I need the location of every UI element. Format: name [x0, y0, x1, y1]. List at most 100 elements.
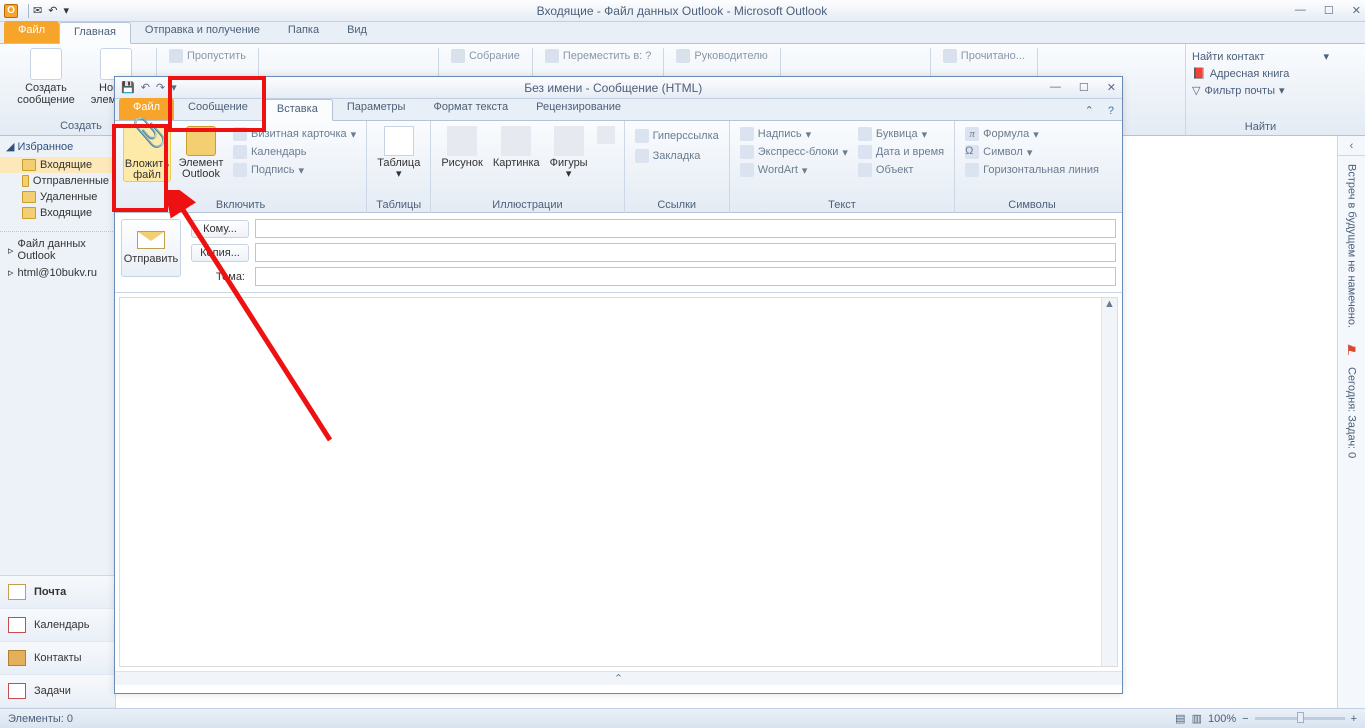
outlook-item-button[interactable]: Элемент Outlook — [177, 124, 225, 180]
shapes-button[interactable]: Фигуры▾ — [548, 124, 590, 180]
find-group-label: Найти — [1192, 121, 1329, 135]
module-contacts[interactable]: Контакты — [0, 642, 115, 675]
qat-redo-icon[interactable]: ↷ — [156, 81, 165, 94]
attach-file-button[interactable]: 📎 Вложить файл — [123, 124, 171, 182]
read-button[interactable]: Прочитано... — [939, 48, 1029, 64]
nav-deleted[interactable]: Удаленные — [0, 189, 115, 205]
todo-bar: ‹ Встреч в будущем не намечено. ⚑ Сегодн… — [1337, 136, 1365, 708]
wordart-button[interactable]: WordArt▾ — [738, 162, 850, 178]
business-card-button[interactable]: Визитная карточка▾ — [231, 126, 358, 142]
body-scrollbar[interactable]: ▲ — [1101, 298, 1117, 666]
object-button[interactable]: Объект — [856, 162, 946, 178]
module-calendar[interactable]: Календарь — [0, 609, 115, 642]
dropcap-button[interactable]: Буквица▾ — [856, 126, 946, 142]
tree-account[interactable]: ▹ html@10bukv.ru — [0, 264, 115, 281]
group-symbols-label: Символы — [963, 199, 1101, 213]
compose-window: 💾 ↶ ↷ ▾ Без имени - Сообщение (HTML) — ☐… — [114, 76, 1123, 694]
tab-view[interactable]: Вид — [333, 21, 381, 43]
caption-button[interactable]: Надпись▾ — [738, 126, 850, 142]
quickparts-button[interactable]: Экспресс-блоки▾ — [738, 144, 850, 160]
envelope-icon — [137, 231, 165, 249]
mail-filter[interactable]: ▽Фильтр почты▾ — [1192, 82, 1329, 99]
skip-button[interactable]: Пропустить — [165, 48, 250, 64]
symbol-button[interactable]: ΩСимвол▾ — [963, 144, 1034, 160]
formula-button[interactable]: πФормула▾ — [963, 126, 1041, 142]
nav-sent[interactable]: Отправленные — [0, 173, 115, 189]
status-bar: Элементы: 0 ▤ ▥ 100% − + — [0, 708, 1365, 728]
compose-title: Без имени - Сообщение (HTML) — [177, 81, 1050, 95]
module-mail[interactable]: Почта — [0, 576, 115, 609]
group-text-label: Текст — [738, 199, 946, 213]
signature-button[interactable]: Подпись▾ — [231, 162, 358, 178]
compose-body[interactable]: ▲ — [119, 297, 1118, 667]
app-icon: O — [4, 4, 18, 18]
meetings-text: Встреч в будущем не намечено. — [1346, 156, 1358, 336]
zoom-in[interactable]: + — [1351, 713, 1357, 725]
find-contact[interactable]: Найти контакт▾ — [1192, 48, 1329, 65]
table-button[interactable]: Таблица▾ — [375, 124, 422, 180]
find-group: Найти контакт▾ 📕Адресная книга ▽Фильтр п… — [1185, 44, 1335, 136]
tree-datafile[interactable]: ▹ Файл данных Outlook — [0, 236, 115, 264]
nav-inbox2[interactable]: Входящие — [0, 205, 115, 221]
compose-min[interactable]: — — [1050, 81, 1061, 94]
picture-button[interactable]: Картинка — [491, 124, 542, 169]
ctab-options[interactable]: Параметры — [333, 98, 420, 120]
tab-file[interactable]: Файл — [4, 21, 59, 43]
tab-sendrecv[interactable]: Отправка и получение — [131, 21, 274, 43]
hyperlink-button[interactable]: Гиперссылка — [633, 128, 721, 144]
compose-titlebar: 💾 ↶ ↷ ▾ Без имени - Сообщение (HTML) — ☐… — [115, 77, 1122, 99]
smartart-button[interactable] — [596, 124, 616, 146]
maximize-button[interactable]: ☐ — [1324, 4, 1334, 17]
meeting-button[interactable]: Собрание — [447, 48, 524, 64]
compose-max[interactable]: ☐ — [1079, 81, 1089, 94]
compose-ribbon: 📎 Вложить файл Элемент Outlook Визитная … — [115, 121, 1122, 213]
cc-button[interactable]: Копия... — [191, 244, 249, 262]
zoom-out[interactable]: − — [1242, 713, 1248, 725]
navigation-pane: ◢ Избранное Входящие Отправленные Удален… — [0, 136, 116, 708]
to-button[interactable]: Кому... — [191, 220, 249, 238]
group-include-label: Включить — [123, 199, 358, 213]
to-input[interactable] — [255, 219, 1116, 238]
hline-button[interactable]: Горизонтальная линия — [963, 162, 1101, 178]
manager-button[interactable]: Руководителю — [672, 48, 771, 64]
paperclip-icon: 📎 — [132, 127, 162, 157]
module-tasks[interactable]: Задачи — [0, 675, 115, 708]
qat-save-icon[interactable]: 💾 — [121, 81, 135, 94]
address-book[interactable]: 📕Адресная книга — [1192, 65, 1329, 82]
qat-sendrecv-icon[interactable]: ✉ — [33, 4, 42, 17]
compose-expand-bar[interactable]: ⌃ — [115, 671, 1122, 685]
help-icon[interactable]: ? — [1100, 102, 1122, 120]
qat-undo-icon[interactable]: ↶ — [48, 4, 57, 17]
view-normal-icon[interactable]: ▤ — [1175, 712, 1185, 725]
ctab-message[interactable]: Сообщение — [174, 98, 262, 120]
ctab-format[interactable]: Формат текста — [419, 98, 522, 120]
new-message-button[interactable]: Создать сообщение — [14, 48, 78, 106]
quick-access-toolbar[interactable]: ✉ ↶ ▾ — [33, 4, 69, 17]
datetime-button[interactable]: Дата и время — [856, 144, 946, 160]
status-elements: Элементы: 0 — [8, 713, 73, 725]
ribbon-minimize-icon[interactable]: ⌃ — [1079, 101, 1100, 120]
todo-expand[interactable]: ‹ — [1338, 136, 1365, 156]
nav-inbox[interactable]: Входящие — [0, 157, 115, 173]
move-to-button[interactable]: Переместить в: ? — [541, 48, 656, 64]
bookmark-button[interactable]: Закладка — [633, 148, 703, 164]
view-reading-icon[interactable]: ▥ — [1192, 712, 1202, 725]
tab-home[interactable]: Главная — [59, 22, 131, 44]
compose-close[interactable]: ✕ — [1107, 81, 1116, 94]
ctab-review[interactable]: Рецензирование — [522, 98, 635, 120]
group-links-label: Ссылки — [633, 199, 721, 213]
flag-icon: ⚑ — [1345, 342, 1358, 359]
ctab-insert[interactable]: Вставка — [262, 99, 333, 121]
subject-input[interactable] — [255, 267, 1116, 286]
zoom-slider[interactable] — [1255, 717, 1345, 720]
drawing-button[interactable]: Рисунок — [439, 124, 485, 169]
tab-folder[interactable]: Папка — [274, 21, 333, 43]
subject-label: Тема: — [191, 271, 249, 283]
qat-undo-icon[interactable]: ↶ — [141, 81, 150, 94]
minimize-button[interactable]: — — [1295, 4, 1306, 17]
send-button[interactable]: Отправить — [121, 219, 181, 277]
fav-header[interactable]: ◢ Избранное — [0, 136, 115, 157]
calendar-button[interactable]: Календарь — [231, 144, 358, 160]
close-button[interactable]: ✕ — [1352, 4, 1361, 17]
cc-input[interactable] — [255, 243, 1116, 262]
